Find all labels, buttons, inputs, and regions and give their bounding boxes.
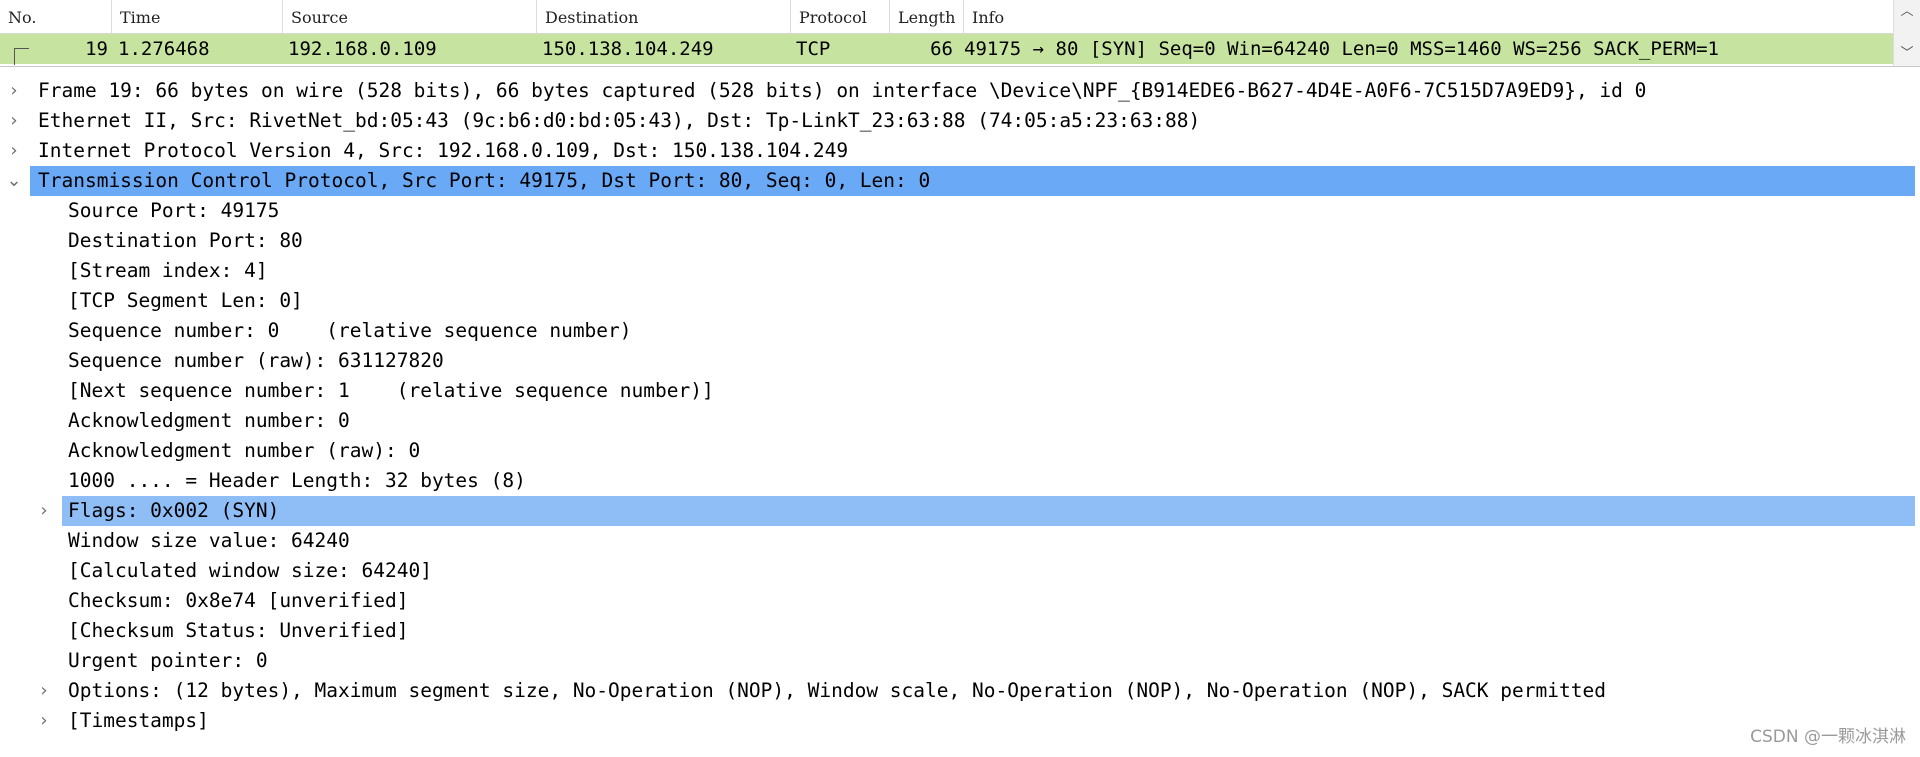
packet-no: 19 bbox=[85, 38, 108, 60]
tcp-field[interactable]: Destination Port: 80 bbox=[68, 226, 303, 256]
packet-time: 1.276468 bbox=[118, 38, 210, 60]
packet-list-header: No. Time Source Destination Protocol Len… bbox=[0, 0, 1893, 34]
chevron-right-icon[interactable]: › bbox=[4, 106, 24, 136]
tree-item-tcp[interactable]: Transmission Control Protocol, Src Port:… bbox=[38, 166, 930, 196]
chevron-down-icon[interactable]: ﹀ bbox=[1894, 44, 1920, 64]
packet-list-scrollbar[interactable]: ︿ ﹀ bbox=[1893, 0, 1920, 66]
tcp-field[interactable]: [Next sequence number: 1 (relative seque… bbox=[68, 376, 714, 406]
column-header-source[interactable]: Source bbox=[283, 0, 537, 33]
packet-list-pane: No. Time Source Destination Protocol Len… bbox=[0, 0, 1920, 67]
tree-item-ip[interactable]: Internet Protocol Version 4, Src: 192.16… bbox=[38, 136, 848, 166]
tree-item-frame[interactable]: Frame 19: 66 bytes on wire (528 bits), 6… bbox=[38, 76, 1646, 106]
chevron-right-icon[interactable]: › bbox=[34, 676, 54, 706]
tcp-field[interactable]: Checksum: 0x8e74 [unverified] bbox=[68, 586, 408, 616]
tcp-field-options[interactable]: Options: (12 bytes), Maximum segment siz… bbox=[68, 676, 1606, 706]
packet-length: 66 bbox=[930, 38, 953, 60]
tcp-field-flags[interactable]: Flags: 0x002 (SYN) bbox=[68, 496, 279, 526]
tcp-field[interactable]: [Stream index: 4] bbox=[68, 256, 268, 286]
tree-item-ethernet[interactable]: Ethernet II, Src: RivetNet_bd:05:43 (9c:… bbox=[38, 106, 1200, 136]
column-header-no[interactable]: No. bbox=[0, 0, 112, 33]
column-header-length[interactable]: Length bbox=[890, 0, 964, 33]
chevron-up-icon[interactable]: ︿ bbox=[1894, 2, 1920, 22]
tcp-field[interactable]: 1000 .... = Header Length: 32 bytes (8) bbox=[68, 466, 526, 496]
tcp-field[interactable]: Urgent pointer: 0 bbox=[68, 646, 268, 676]
tcp-field[interactable]: [Calculated window size: 64240] bbox=[68, 556, 432, 586]
tcp-field[interactable]: Acknowledgment number: 0 bbox=[68, 406, 350, 436]
column-header-time[interactable]: Time bbox=[112, 0, 283, 33]
chevron-right-icon[interactable]: › bbox=[4, 136, 24, 166]
tcp-field[interactable]: Sequence number (raw): 631127820 bbox=[68, 346, 444, 376]
column-header-destination[interactable]: Destination bbox=[537, 0, 791, 33]
tcp-field[interactable]: Source Port: 49175 bbox=[68, 196, 279, 226]
tcp-field[interactable]: Acknowledgment number (raw): 0 bbox=[68, 436, 420, 466]
tcp-field-timestamps[interactable]: [Timestamps] bbox=[68, 706, 209, 736]
column-header-info[interactable]: Info bbox=[964, 0, 1893, 33]
packet-row[interactable]: 19 1.276468 192.168.0.109 150.138.104.24… bbox=[0, 34, 1893, 65]
packet-info: 49175 → 80 [SYN] Seq=0 Win=64240 Len=0 M… bbox=[964, 38, 1719, 60]
chevron-down-icon[interactable]: ⌄ bbox=[4, 166, 24, 196]
tcp-field[interactable]: Window size value: 64240 bbox=[68, 526, 350, 556]
chevron-right-icon[interactable]: › bbox=[4, 76, 24, 106]
packet-protocol: TCP bbox=[796, 38, 831, 60]
flags-highlight bbox=[62, 496, 1915, 526]
watermark: CSDN @一颗冰淇淋 bbox=[1750, 727, 1906, 747]
tcp-field[interactable]: [Checksum Status: Unverified] bbox=[68, 616, 408, 646]
chevron-right-icon[interactable]: › bbox=[34, 706, 54, 736]
packet-source: 192.168.0.109 bbox=[288, 38, 437, 60]
chevron-right-icon[interactable]: › bbox=[34, 496, 54, 526]
packet-destination: 150.138.104.249 bbox=[542, 38, 714, 60]
tcp-field[interactable]: Sequence number: 0 (relative sequence nu… bbox=[68, 316, 632, 346]
column-header-protocol[interactable]: Protocol bbox=[791, 0, 890, 33]
tcp-field[interactable]: [TCP Segment Len: 0] bbox=[68, 286, 303, 316]
related-packet-marker-icon bbox=[14, 48, 29, 65]
